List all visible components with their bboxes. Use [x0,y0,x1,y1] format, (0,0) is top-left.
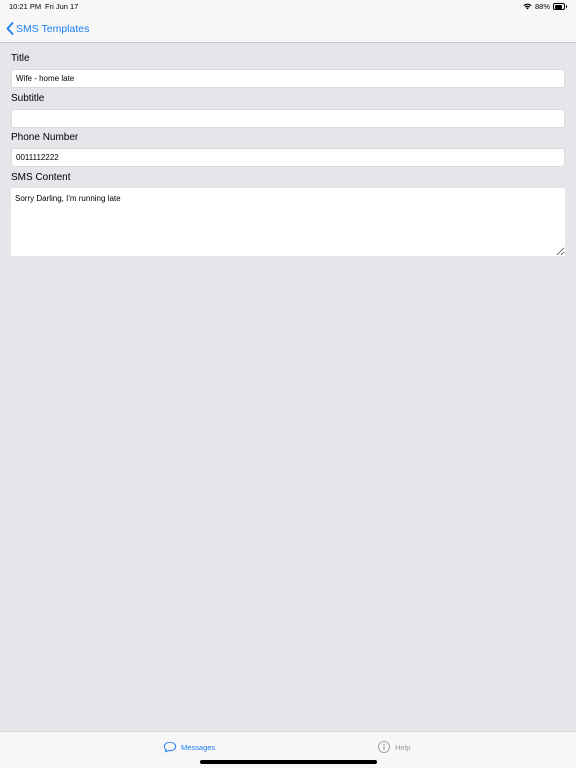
info-icon [378,741,390,753]
back-button[interactable]: SMS Templates [6,20,89,37]
sms-content-field[interactable]: Sorry Darling, I'm running late [11,188,565,256]
chevron-left-icon [6,22,14,35]
status-date: Fri Jun 17 [45,2,79,11]
subtitle-field[interactable] [11,109,565,128]
subtitle-label: Subtitle [11,93,45,104]
battery-level [554,4,563,9]
screen: 10:21 PM Fri Jun 17 88% SMS Templates Ti [0,0,576,768]
phone-number-field[interactable] [11,148,565,167]
status-indicators: 88% [523,2,567,11]
title-field[interactable] [11,69,565,88]
title-label: Title [11,53,30,64]
sms-content-label: SMS Content [11,172,71,183]
phone-number-label: Phone Number [11,132,79,143]
status-bar: 10:21 PM Fri Jun 17 88% [0,0,576,14]
back-button-label: SMS Templates [16,22,90,35]
home-indicator [200,760,377,764]
tab-help[interactable]: Help [377,739,410,755]
battery-percent: 88% [534,2,550,11]
battery-icon [553,3,567,10]
wifi-icon [523,3,532,10]
navigation-bar: SMS Templates [0,14,576,43]
tab-help-label: Help [395,742,411,752]
tab-messages-label: Messages [181,742,216,752]
status-time: 10:21 PM [9,2,42,11]
chat-bubble-icon [163,741,177,753]
tab-messages[interactable]: Messages [163,739,215,755]
